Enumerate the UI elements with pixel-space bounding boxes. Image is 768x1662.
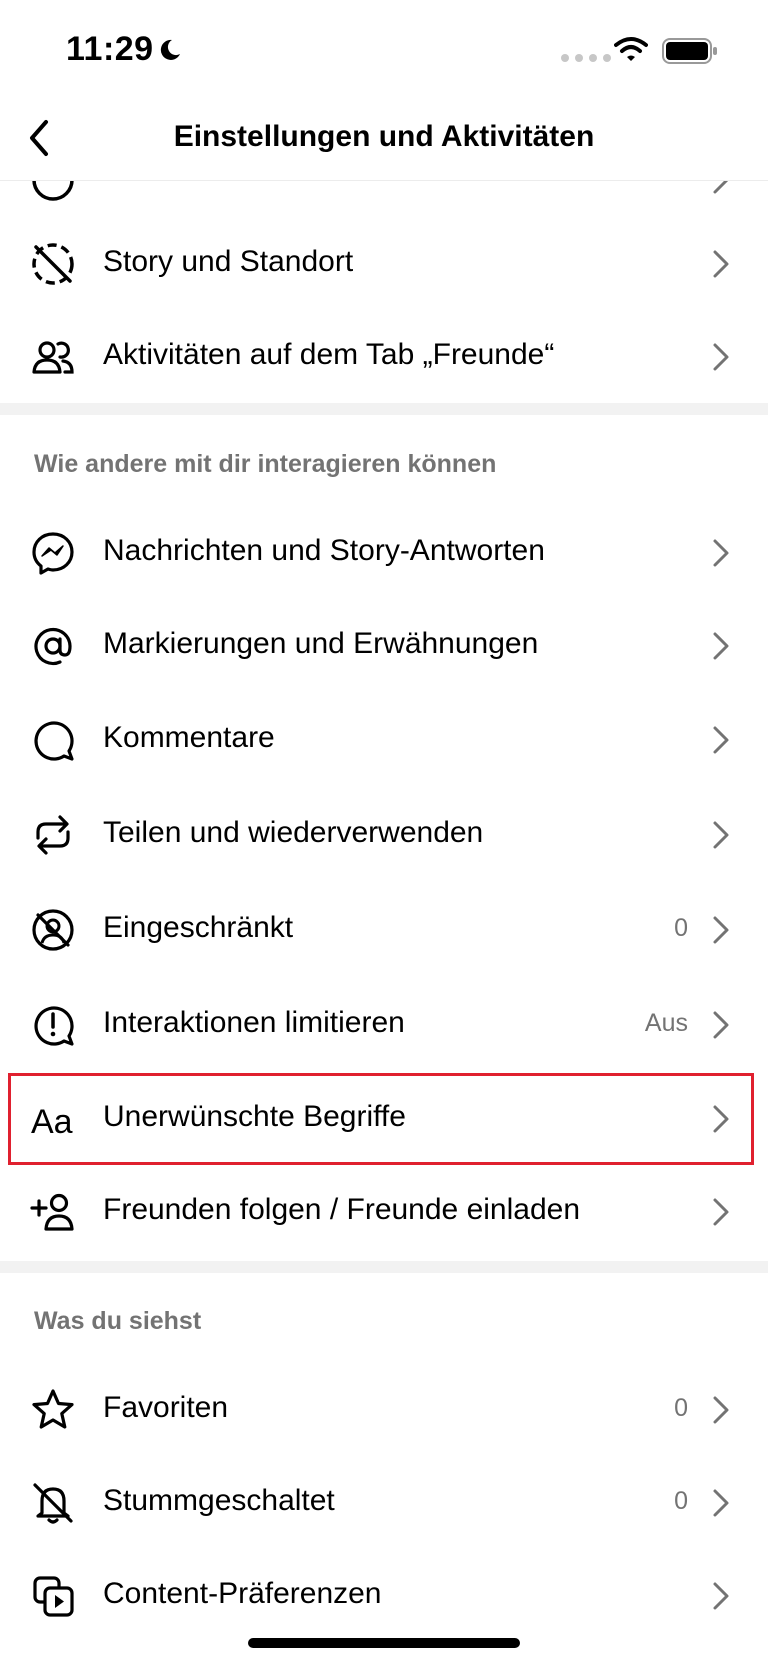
wifi-icon — [614, 37, 648, 61]
chevron-right-icon — [713, 539, 729, 567]
row-value: 0 — [674, 914, 688, 942]
row-sharing-reuse[interactable]: Teilen und wiederverwenden — [0, 789, 768, 881]
comment-icon — [30, 717, 76, 763]
chevron-right-icon — [713, 916, 729, 944]
share-reuse-icon — [30, 812, 76, 858]
row-label: Freunden folgen / Freunde einladen — [103, 1193, 581, 1226]
row-tags-mentions[interactable]: Markierungen und Erwähnungen — [0, 600, 768, 692]
row-label: Teilen und wiederverwenden — [103, 816, 484, 849]
restricted-icon — [30, 907, 76, 953]
page-title: Einstellungen und Aktivitäten — [173, 120, 595, 153]
add-person-icon — [30, 1189, 76, 1235]
cellular-signal-icon — [561, 54, 611, 62]
status-time: 11:29 — [66, 30, 154, 68]
star-icon — [30, 1387, 76, 1433]
row-value: 0 — [674, 1394, 688, 1422]
row-label: Markierungen und Erwähnungen — [103, 627, 539, 660]
row-label: Nachrichten und Story-Antworten — [103, 534, 545, 567]
messenger-icon — [30, 530, 76, 576]
row-restricted[interactable]: Eingeschränkt 0 — [0, 884, 768, 976]
row-muted[interactable]: Stummgeschaltet 0 — [0, 1457, 768, 1549]
section-divider — [0, 403, 768, 415]
row-label: Aktivitäten auf dem Tab „Freunde“ — [103, 338, 555, 371]
status-bar: 11:29 — [0, 0, 768, 96]
chevron-right-icon — [713, 1582, 729, 1610]
section-header-what-you-see: Was du siehst — [34, 1307, 202, 1335]
row-messages[interactable]: Nachrichten und Story-Antworten — [0, 507, 768, 599]
section-header-interactions: Wie andere mit dir interagieren können — [34, 450, 497, 478]
highlight-box — [8, 1073, 754, 1165]
at-icon — [30, 623, 76, 669]
chevron-right-icon — [713, 250, 729, 278]
row-label: Stummgeschaltet — [103, 1484, 335, 1517]
chevron-right-icon — [713, 343, 729, 371]
row-content-preferences[interactable]: Content-Präferenzen — [0, 1550, 768, 1642]
home-indicator[interactable] — [248, 1638, 520, 1648]
chevron-right-icon — [713, 726, 729, 754]
chevron-right-icon — [713, 1198, 729, 1226]
chevron-right-icon — [713, 1489, 729, 1517]
row-limit-interactions[interactable]: Interaktionen limitieren Aus — [0, 979, 768, 1071]
moon-icon — [160, 39, 180, 60]
navigation-bar: Einstellungen und Aktivitäten — [0, 96, 768, 181]
chevron-right-icon — [713, 632, 729, 660]
media-icon — [30, 1573, 76, 1619]
row-value: Aus — [644, 1009, 688, 1037]
row-label: Content-Präferenzen — [103, 1577, 382, 1610]
row-story-location[interactable]: Story und Standort — [0, 218, 768, 310]
row-label: Eingeschränkt — [103, 911, 294, 944]
row-follow-invite[interactable]: Freunden folgen / Freunde einladen — [0, 1166, 768, 1258]
limit-icon — [30, 1002, 76, 1048]
row-label: Interaktionen limitieren — [103, 1006, 405, 1039]
chevron-right-icon — [713, 1011, 729, 1039]
row-label: Kommentare — [103, 721, 275, 754]
row-label: Story und Standort — [103, 245, 354, 278]
chevron-right-icon — [713, 821, 729, 849]
people-icon — [30, 334, 76, 380]
row-friends-tab-activity[interactable]: Aktivitäten auf dem Tab „Freunde“ — [0, 311, 768, 403]
row-label: Favoriten — [103, 1391, 229, 1424]
row-favorites[interactable]: Favoriten 0 — [0, 1364, 768, 1456]
chevron-right-icon — [713, 1396, 729, 1424]
bell-off-icon — [30, 1480, 76, 1526]
story-off-icon — [30, 241, 76, 287]
row-comments[interactable]: Kommentare — [0, 694, 768, 786]
row-value: 0 — [674, 1487, 688, 1515]
section-divider — [0, 1261, 768, 1273]
battery-icon — [662, 38, 717, 64]
